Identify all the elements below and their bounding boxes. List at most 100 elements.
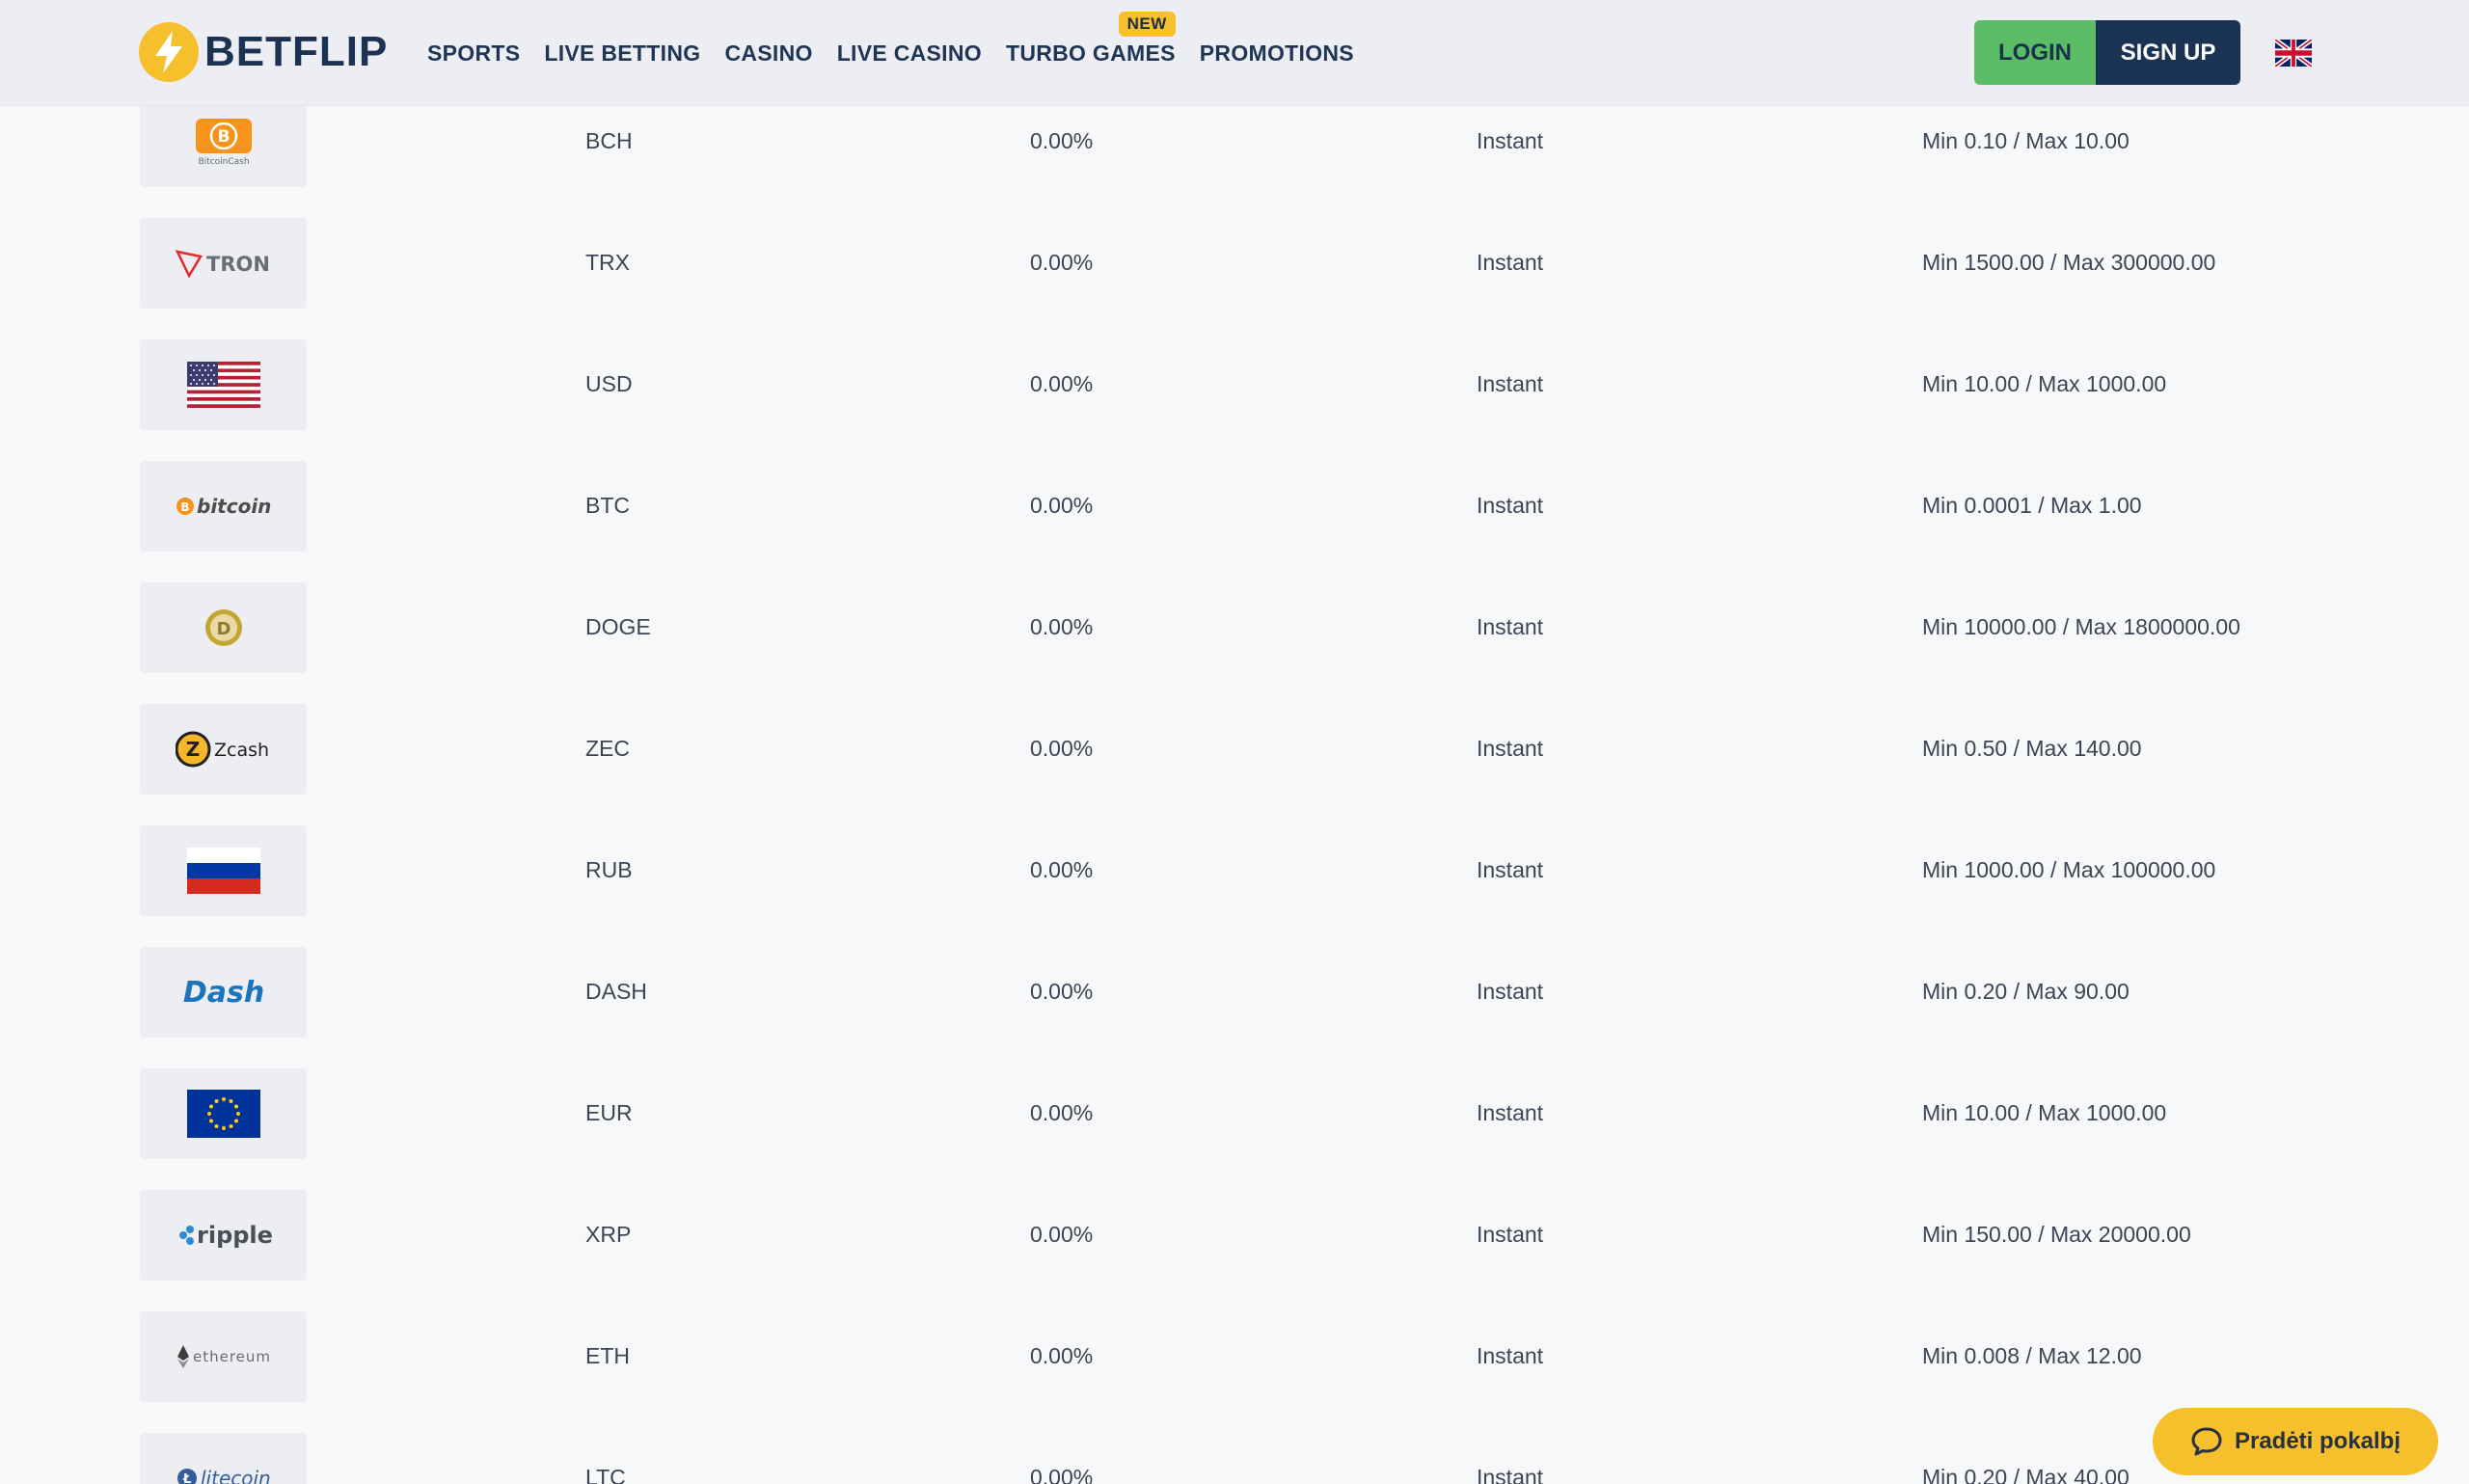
svg-text:B: B bbox=[180, 500, 189, 514]
limits: Min 0.20 / Max 40.00 bbox=[1922, 1465, 2130, 1484]
processing-time: Instant bbox=[1477, 1465, 1544, 1484]
table-row: Z Zcash ZEC 0.00% Instant Min 0.50 / Max… bbox=[0, 703, 2469, 796]
svg-text:Ł: Ł bbox=[181, 1472, 190, 1484]
fee: 0.00% bbox=[1030, 128, 1094, 153]
currency-code: DOGE bbox=[585, 614, 651, 639]
main-nav: SPORTS LIVE BETTING CASINO LIVE CASINO T… bbox=[427, 0, 1378, 106]
litecoin-icon: Ł litecoin bbox=[140, 1433, 307, 1484]
svg-text:B: B bbox=[217, 127, 230, 147]
fee: 0.00% bbox=[1030, 250, 1094, 275]
russia-flag-icon bbox=[140, 825, 307, 916]
table-row: ripple XRP 0.00% Instant Min 150.00 / Ma… bbox=[0, 1189, 2469, 1282]
logo-caption: TRON bbox=[206, 253, 270, 276]
zcash-icon: Z Zcash bbox=[140, 704, 307, 795]
currency-code: XRP bbox=[585, 1222, 632, 1247]
fee: 0.00% bbox=[1030, 1465, 1094, 1484]
login-button[interactable]: LOGIN bbox=[1974, 20, 2096, 85]
nav-casino[interactable]: CASINO bbox=[724, 40, 812, 67]
limits: Min 0.008 / Max 12.00 bbox=[1922, 1343, 2142, 1368]
logo-caption: BitcoinCash bbox=[198, 157, 249, 166]
currency-code: LTC bbox=[585, 1465, 626, 1484]
logo-caption: litecoin bbox=[201, 1467, 271, 1484]
limits: Min 10000.00 / Max 1800000.00 bbox=[1922, 614, 2240, 639]
nav-turbo-games-label: TURBO GAMES bbox=[1005, 40, 1176, 66]
limits: Min 0.0001 / Max 1.00 bbox=[1922, 493, 2142, 518]
svg-text:D: D bbox=[216, 619, 231, 639]
processing-time: Instant bbox=[1477, 614, 1544, 639]
limits: Min 10.00 / Max 1000.00 bbox=[1922, 371, 2167, 396]
nav-promotions[interactable]: PROMOTIONS bbox=[1200, 40, 1354, 67]
tron-icon: TRON bbox=[140, 218, 307, 309]
fee: 0.00% bbox=[1030, 979, 1094, 1004]
processing-time: Instant bbox=[1477, 1100, 1544, 1125]
processing-time: Instant bbox=[1477, 371, 1544, 396]
fee: 0.00% bbox=[1030, 1222, 1094, 1247]
processing-time: Instant bbox=[1477, 250, 1544, 275]
logo-text: BETFLIP bbox=[204, 28, 389, 75]
limits: Min 150.00 / Max 20000.00 bbox=[1922, 1222, 2191, 1247]
betflip-logo[interactable]: BETFLIP bbox=[139, 21, 388, 83]
currency-code: USD bbox=[585, 371, 633, 396]
processing-time: Instant bbox=[1477, 857, 1544, 882]
ripple-icon: ripple bbox=[140, 1190, 307, 1281]
processing-time: Instant bbox=[1477, 493, 1544, 518]
processing-time: Instant bbox=[1477, 1343, 1544, 1368]
limits: Min 0.50 / Max 140.00 bbox=[1922, 736, 2142, 761]
start-chat-label: Pradėti pokalbį bbox=[2234, 1428, 2401, 1454]
nav-sports[interactable]: SPORTS bbox=[427, 40, 520, 67]
table-row: USD 0.00% Instant Min 10.00 / Max 1000.0… bbox=[0, 338, 2469, 431]
dash-icon: Dash bbox=[140, 947, 307, 1038]
table-row: TRON TRX 0.00% Instant Min 1500.00 / Max… bbox=[0, 217, 2469, 310]
table-row: B bitcoin BTC 0.00% Instant Min 0.0001 /… bbox=[0, 460, 2469, 553]
bitcoin-icon: B bitcoin bbox=[140, 461, 307, 552]
logo-caption: ripple bbox=[197, 1222, 272, 1249]
fee: 0.00% bbox=[1030, 493, 1094, 518]
svg-text:Z: Z bbox=[185, 738, 200, 761]
eu-flag-icon bbox=[140, 1068, 307, 1159]
currency-code: RUB bbox=[585, 857, 633, 882]
currency-code: ZEC bbox=[585, 736, 630, 761]
chat-bubble-icon bbox=[2191, 1427, 2222, 1456]
fee: 0.00% bbox=[1030, 371, 1094, 396]
nav-turbo-games[interactable]: TURBO GAMES NEW bbox=[1005, 11, 1176, 67]
logo-caption: Zcash bbox=[214, 740, 269, 761]
nav-live-casino[interactable]: LIVE CASINO bbox=[837, 40, 982, 67]
new-badge: NEW bbox=[1118, 11, 1176, 37]
fee: 0.00% bbox=[1030, 614, 1094, 639]
signup-button[interactable]: SIGN UP bbox=[2096, 20, 2240, 85]
lightning-icon bbox=[139, 22, 199, 82]
fee: 0.00% bbox=[1030, 857, 1094, 882]
currency-code: EUR bbox=[585, 1100, 633, 1125]
table-row: ethereum ETH 0.00% Instant Min 0.008 / M… bbox=[0, 1310, 2469, 1403]
table-row: EUR 0.00% Instant Min 10.00 / Max 1000.0… bbox=[0, 1067, 2469, 1160]
fee: 0.00% bbox=[1030, 1343, 1094, 1368]
logo-caption: bitcoin bbox=[197, 495, 271, 518]
bitcoin-cash-icon: B BitcoinCash bbox=[140, 96, 307, 187]
table-row: Ł litecoin LTC 0.00% Instant Min 0.20 / … bbox=[0, 1432, 2469, 1484]
nav-live-betting[interactable]: LIVE BETTING bbox=[544, 40, 700, 67]
processing-time: Instant bbox=[1477, 1222, 1544, 1247]
table-row: RUB 0.00% Instant Min 1000.00 / Max 1000… bbox=[0, 824, 2469, 917]
us-flag-icon bbox=[140, 339, 307, 430]
uk-flag-icon[interactable] bbox=[2274, 37, 2313, 69]
currency-code: BTC bbox=[585, 493, 630, 518]
processing-time: Instant bbox=[1477, 128, 1544, 153]
start-chat-button[interactable]: Pradėti pokalbį bbox=[2153, 1408, 2438, 1475]
limits: Min 1000.00 / Max 100000.00 bbox=[1922, 857, 2216, 882]
limits: Min 1500.00 / Max 300000.00 bbox=[1922, 250, 2216, 275]
processing-time: Instant bbox=[1477, 736, 1544, 761]
table-row: D DOGE 0.00% Instant Min 10000.00 / Max … bbox=[0, 581, 2469, 674]
processing-time: Instant bbox=[1477, 979, 1544, 1004]
table-row: B BitcoinCash BCH 0.00% Instant Min 0.10… bbox=[0, 95, 2469, 188]
ethereum-icon: ethereum bbox=[140, 1311, 307, 1402]
logo-caption: Dash bbox=[182, 976, 263, 1010]
limits: Min 10.00 / Max 1000.00 bbox=[1922, 1100, 2167, 1125]
currency-code: TRX bbox=[585, 250, 630, 275]
payment-methods-table: B BitcoinCash BCH 0.00% Instant Min 0.10… bbox=[0, 0, 2469, 1484]
limits: Min 0.10 / Max 10.00 bbox=[1922, 128, 2130, 153]
site-header: BETFLIP SPORTS LIVE BETTING CASINO LIVE … bbox=[0, 0, 2469, 106]
logo-caption: ethereum bbox=[193, 1348, 271, 1365]
fee: 0.00% bbox=[1030, 736, 1094, 761]
currency-code: ETH bbox=[585, 1343, 630, 1368]
currency-code: BCH bbox=[585, 128, 633, 153]
